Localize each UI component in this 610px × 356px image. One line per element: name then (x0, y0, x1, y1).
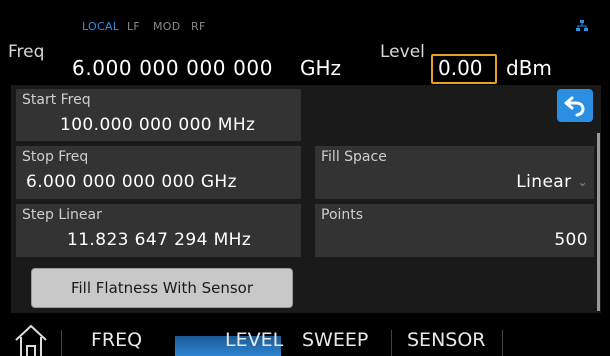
fill-space-dropdown[interactable]: Fill Space Linear ⌄ (315, 146, 594, 199)
level-unit: dBm (506, 56, 552, 80)
step-linear-value: 11.823 647 294 MHz (67, 230, 252, 250)
start-freq-value: 100.000 000 000 MHz (60, 115, 256, 135)
points-value: 500 (554, 230, 588, 250)
start-freq-label: Start Freq (22, 92, 91, 108)
stop-freq-label: Stop Freq (22, 149, 89, 165)
back-button[interactable] (557, 89, 593, 122)
fill-space-value-wrap: Linear ⌄ (516, 172, 588, 192)
tab-separator (502, 330, 503, 356)
fill-space-value: Linear (516, 172, 572, 192)
level-label: Level (380, 42, 425, 62)
start-freq-field[interactable]: Start Freq 100.000 000 000 MHz (16, 89, 301, 141)
tab-level[interactable]: LEVEL (225, 329, 283, 351)
step-linear-field[interactable]: Step Linear 11.823 647 294 MHz (16, 204, 301, 257)
rf-indicator: RF (191, 20, 206, 33)
tab-separator (61, 330, 62, 356)
chevron-down-icon: ⌄ (577, 175, 588, 189)
stop-freq-field[interactable]: Stop Freq 6.000 000 000 000 GHz (16, 146, 301, 199)
freq-label: Freq (8, 42, 45, 62)
freq-value[interactable]: 6.000 000 000 000 (72, 56, 273, 80)
level-value[interactable]: 0.00 (438, 56, 483, 80)
stop-freq-value: 6.000 000 000 000 GHz (26, 172, 237, 192)
scrollbar[interactable] (597, 133, 600, 311)
freq-unit: GHz (300, 56, 342, 80)
tab-sweep[interactable]: SWEEP (302, 329, 368, 351)
tab-sensor[interactable]: SENSOR (407, 329, 486, 351)
tab-freq[interactable]: FREQ (91, 329, 142, 351)
home-icon[interactable] (14, 324, 48, 356)
status-bar: LOCAL LF MOD RF (0, 0, 610, 36)
network-icon (576, 20, 588, 31)
fill-flatness-with-sensor-button[interactable]: Fill Flatness With Sensor (31, 268, 293, 308)
tab-separator (391, 330, 392, 356)
back-arrow-icon (564, 96, 585, 117)
points-field[interactable]: Points 500 (315, 204, 594, 257)
lf-indicator: LF (127, 20, 141, 33)
step-linear-label: Step Linear (22, 207, 102, 223)
mod-indicator: MOD (153, 20, 181, 33)
fill-space-label: Fill Space (321, 149, 387, 165)
points-label: Points (321, 207, 364, 223)
local-indicator: LOCAL (82, 20, 120, 33)
